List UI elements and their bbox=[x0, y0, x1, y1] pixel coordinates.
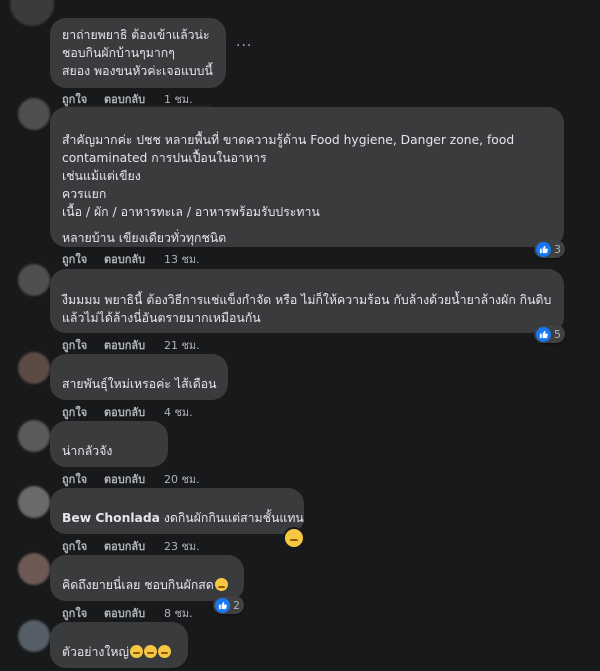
reply-link[interactable]: ตอบกลับ bbox=[104, 540, 145, 553]
reaction-count[interactable]: 2 bbox=[213, 596, 244, 614]
comment-bubble: คิดถึงยายนี่เลย ชอบกินผักสด bbox=[50, 555, 244, 601]
comment-text-line: สยอง พองขนหัวค่ะเจอแบบนี้ bbox=[62, 64, 213, 78]
comment-actions: ถูกใจ ตอบกลับ 1 ชม. bbox=[62, 90, 206, 108]
reaction-count[interactable]: 3 bbox=[534, 240, 565, 258]
like-link[interactable]: ถูกใจ bbox=[62, 93, 87, 106]
more-options-icon[interactable]: ··· bbox=[236, 38, 252, 54]
reply-link[interactable]: ตอบกลับ bbox=[104, 473, 145, 486]
reaction-number: 5 bbox=[554, 327, 561, 341]
comment-text: งดกินผักกินแต่สามชั้นแทน bbox=[163, 511, 304, 525]
comment-bubble: น่ากลัวจัง bbox=[50, 421, 168, 467]
reply-link[interactable]: ตอบกลับ bbox=[104, 406, 145, 419]
comment-actions: ถูกใจ ตอบกลับ 4 ชม. bbox=[62, 403, 206, 421]
comment-time[interactable]: 1 ชม. bbox=[164, 93, 193, 106]
comment-text: ตัวอย่างใหญ่ bbox=[62, 645, 129, 659]
comment-actions: ถูกใจ ตอบกลับ 8 ชม. bbox=[62, 604, 206, 622]
like-reaction-icon bbox=[536, 326, 551, 342]
comment-text-line: คิดถึงยายนี่เลย ชอบกินผักสด bbox=[62, 576, 232, 594]
like-link[interactable]: ถูกใจ bbox=[62, 339, 87, 352]
reaction-count[interactable]: 5 bbox=[534, 325, 565, 343]
expressionless-face-emoji-icon bbox=[129, 645, 143, 658]
comment-text-line: ควรแยก bbox=[62, 187, 107, 201]
sad-reaction-icon[interactable] bbox=[283, 527, 305, 549]
avatar[interactable] bbox=[18, 620, 50, 652]
comment-text-line: สำคัญมากค่ะ ปชช หลายพื้นที่ ขาดความรู้ด้… bbox=[62, 133, 515, 147]
reply-link[interactable]: ตอบกลับ bbox=[104, 607, 145, 620]
comment-text-line: ชอบกินผักบ้านๆมากๆ bbox=[62, 46, 175, 60]
avatar[interactable] bbox=[10, 0, 54, 26]
comment-actions: ถูกใจ ตอบกลับ 20 ชม. bbox=[62, 470, 213, 488]
comment-bubble: Bew Chonlada งดกินผักกินแต่สามชั้นแทน bbox=[50, 488, 304, 534]
comment-bubble: ตัวอย่างใหญ่ bbox=[50, 622, 188, 668]
comment-time[interactable]: 20 ชม. bbox=[164, 473, 200, 486]
like-link[interactable]: ถูกใจ bbox=[62, 406, 87, 419]
like-reaction-icon bbox=[536, 241, 551, 257]
comment-text-line: หลายบ้าน เขียงเดียวทั่วทุกชนิด bbox=[62, 231, 227, 245]
comment-time[interactable]: 23 ชม. bbox=[164, 540, 200, 553]
comment-time[interactable]: 13 ชม. bbox=[164, 253, 200, 266]
comment-bubble: สำคัญมากค่ะ ปชช หลายพื้นที่ ขาดความรู้ด้… bbox=[50, 107, 564, 247]
comment-bubble: งืมมมม พยาธินี้ ต้องวิธีการแช่แข็งกำจัด … bbox=[50, 269, 564, 333]
expressionless-face-emoji-icon bbox=[157, 645, 171, 658]
avatar[interactable] bbox=[18, 420, 50, 452]
comment-actions: ถูกใจ ตอบกลับ 13 ชม. bbox=[62, 250, 213, 268]
like-link[interactable]: ถูกใจ bbox=[62, 540, 87, 553]
reply-link[interactable]: ตอบกลับ bbox=[104, 93, 145, 106]
comment-text-line: เช่นแม้แต่เขียง bbox=[62, 169, 141, 183]
reaction-number: 3 bbox=[554, 242, 561, 256]
comment-bubble: ยาถ่ายพยาธิ ต้องเข้าแล้วน่ะ ชอบกินผักบ้า… bbox=[50, 18, 226, 88]
reaction-number: 2 bbox=[233, 598, 240, 612]
comment-text-line: เนื้อ / ผัก / อาหารทะเล / อาหารพร้อมรับป… bbox=[62, 205, 320, 219]
comment-actions: ถูกใจ ตอบกลับ 23 ชม. bbox=[62, 537, 213, 555]
comment-time[interactable]: 4 ชม. bbox=[164, 406, 193, 419]
avatar[interactable] bbox=[18, 264, 50, 296]
comment-text-line: contaminated การปนเปื้อนในอาหาร bbox=[62, 151, 267, 165]
comment-time[interactable]: 21 ชม. bbox=[164, 339, 200, 352]
avatar[interactable] bbox=[18, 98, 50, 130]
comment-text-line: งืมมมม พยาธินี้ ต้องวิธีการแช่แข็งกำจัด … bbox=[62, 293, 552, 307]
comment-text-line: แล้วไม่ได้ล้างนี่อันตรายมากเหมือนกัน bbox=[62, 311, 261, 325]
expressionless-face-emoji-icon bbox=[143, 645, 157, 658]
avatar[interactable] bbox=[18, 553, 50, 585]
sad-face-emoji-icon bbox=[214, 578, 228, 591]
mentioned-author[interactable]: Bew Chonlada bbox=[62, 511, 160, 525]
comment-text-line: ยาถ่ายพยาธิ ต้องเข้าแล้วน่ะ bbox=[62, 28, 210, 42]
avatar[interactable] bbox=[18, 352, 50, 384]
comment-text-line: สายพันธุ์ใหม่เหรอค่ะ ไส้เดือน bbox=[62, 377, 217, 391]
comment-text-line: น่ากลัวจัง bbox=[62, 444, 113, 458]
comment-time[interactable]: 8 ชม. bbox=[164, 607, 193, 620]
like-reaction-icon bbox=[215, 597, 230, 613]
comment-bubble: สายพันธุ์ใหม่เหรอค่ะ ไส้เดือน bbox=[50, 354, 228, 400]
like-link[interactable]: ถูกใจ bbox=[62, 607, 87, 620]
comment-actions: ถูกใจ ตอบกลับ 21 ชม. bbox=[62, 336, 213, 354]
reply-link[interactable]: ตอบกลับ bbox=[104, 339, 145, 352]
reply-link[interactable]: ตอบกลับ bbox=[104, 253, 145, 266]
avatar[interactable] bbox=[18, 486, 50, 518]
like-link[interactable]: ถูกใจ bbox=[62, 253, 87, 266]
comment-text-line: Bew Chonlada งดกินผักกินแต่สามชั้นแทน bbox=[62, 509, 304, 527]
like-link[interactable]: ถูกใจ bbox=[62, 473, 87, 486]
comment-text: คิดถึงยายนี่เลย ชอบกินผักสด bbox=[62, 578, 214, 592]
comment-text-line: ตัวอย่างใหญ่ bbox=[62, 643, 176, 661]
